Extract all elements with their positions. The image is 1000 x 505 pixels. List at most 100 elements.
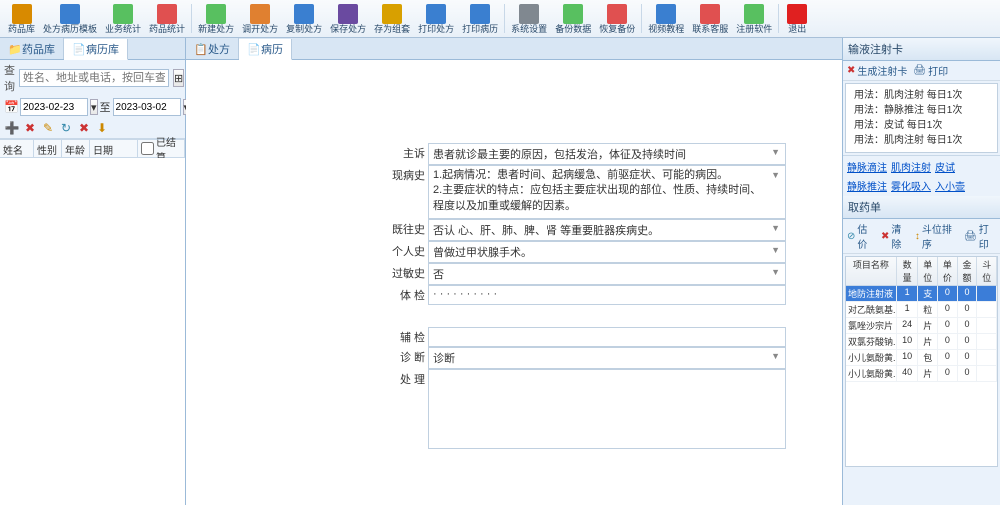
col-qty: 数量 <box>897 257 919 285</box>
toolbar-print-rx[interactable]: 打印处方 <box>414 1 458 36</box>
toolbar-save-rx[interactable]: 保存处方 <box>326 1 370 36</box>
toolbar-drug-stat[interactable]: 药品统计 <box>145 1 189 36</box>
chevron-down-icon[interactable]: ▼ <box>770 244 781 256</box>
date-to-label: 至 <box>100 99 111 115</box>
med-row[interactable]: 小儿氨酚黄...40片00 <box>846 366 997 382</box>
injection-link[interactable]: 雾化吸入 <box>891 178 931 193</box>
gen-card-button[interactable]: ✖生成注射卡 <box>847 63 907 78</box>
toolbar-print-hist[interactable]: 打印病历 <box>458 1 502 36</box>
settled-checkbox[interactable] <box>141 142 154 155</box>
injection-card-title: 输液注射卡 <box>843 38 1000 61</box>
main-toolbar[interactable]: 药品库处方病历模板业务统计药品统计新建处方调开处方复制处方保存处方存为组套打印处… <box>0 0 1000 38</box>
col-age: 年龄 <box>62 140 90 157</box>
search-input[interactable] <box>19 69 169 87</box>
med-row[interactable]: 双氯芬酸钠...10片00 <box>846 334 997 350</box>
center-tabs: 📋处方 📄病历 <box>186 38 842 60</box>
diag-field[interactable]: 诊断▼ <box>428 347 786 369</box>
injection-line: 用法：肌肉注射 每日1次 <box>854 88 989 103</box>
past-field[interactable]: 否认 心、肝、肺、脾、肾 等重要脏器疾病史。▼ <box>428 219 786 241</box>
tab-prescription[interactable]: 📋处方 <box>186 38 239 59</box>
toolbar-new-rx[interactable]: 新建处方 <box>194 1 238 36</box>
toolbar-contact[interactable]: 联系客服 <box>688 1 732 36</box>
med-body[interactable]: 地防注射液1支00对乙酰氨基...1粒00氯唑沙宗片24片00双氯芬酸钠...1… <box>846 286 997 466</box>
patient-list-header: 姓名 性别 年龄 日期 已结算 <box>0 139 185 158</box>
injection-link[interactable]: 静脉推注 <box>847 178 887 193</box>
right-panel: 输液注射卡 ✖生成注射卡 🖨打印 用法：肌肉注射 每日1次用法：静脉推注 每日1… <box>842 38 1000 505</box>
injection-link[interactable]: 入小壶 <box>935 178 965 193</box>
toolbar-exit[interactable]: 退出 <box>781 1 813 36</box>
med-row[interactable]: 对乙酰氨基...1粒00 <box>846 302 997 318</box>
toolbar-drug-lib[interactable]: 药品库 <box>4 1 39 36</box>
chevron-down-icon[interactable]: ▼ <box>770 168 781 183</box>
date-to[interactable] <box>113 98 181 116</box>
toolbar-template[interactable]: 处方病历模板 <box>39 1 101 36</box>
personal-field[interactable]: 曾做过甲状腺手术。▼ <box>428 241 786 263</box>
sort-button[interactable]: ↕斗位排序 <box>915 221 958 251</box>
toolbar-biz-stat[interactable]: 业务统计 <box>101 1 145 36</box>
injection-line: 用法：皮试 每日1次 <box>854 118 989 133</box>
injection-content: 用法：肌肉注射 每日1次用法：静脉推注 每日1次用法：皮试 每日1次用法：肌肉注… <box>845 83 998 153</box>
refresh-icon[interactable]: ↻ <box>58 120 74 136</box>
injection-line: 用法：静脉推注 每日1次 <box>854 103 989 118</box>
med-row[interactable]: 氯唑沙宗片24片00 <box>846 318 997 334</box>
export-icon[interactable]: ⬇ <box>94 120 110 136</box>
calendar-icon: 📅 <box>4 100 18 114</box>
med-row[interactable]: 小儿氨酚黄...10包00 <box>846 350 997 366</box>
toolbar-recall-rx[interactable]: 调开处方 <box>238 1 282 36</box>
chevron-down-icon[interactable]: ▼ <box>770 146 781 158</box>
col-price: 单价 <box>938 257 958 285</box>
col-item-name: 项目名称 <box>846 257 897 285</box>
col-sex: 性别 <box>34 140 62 157</box>
edit-icon[interactable]: ✎ <box>40 120 56 136</box>
tab-drug-lib[interactable]: 📁药品库 <box>0 38 64 59</box>
present-label: 现病史 <box>386 165 428 219</box>
treat-field[interactable] <box>428 369 786 449</box>
patient-list[interactable] <box>0 158 185 505</box>
medical-form: 主诉患者就诊最主要的原因，包括发治，体征及持续时间▼ 现病史1.起病情况：患者时… <box>386 143 786 449</box>
diag-label: 诊 断 <box>386 347 428 369</box>
price-button[interactable]: ⊘估价 <box>847 221 875 251</box>
injection-link[interactable]: 静脉滴注 <box>847 159 887 174</box>
med-table: 项目名称 数量 单位 单价 金额 斗位 地防注射液1支00对乙酰氨基...1粒0… <box>845 256 998 467</box>
col-name: 姓名 <box>0 140 34 157</box>
chevron-down-icon[interactable]: ▼ <box>770 350 781 362</box>
left-panel: 📁药品库 📄病历库 查询 ⊞ 📅 ▾ 至 ▾ ➕ ✖ ✎ ↻ ✖ ⬇ 姓名 性别 <box>0 38 186 505</box>
tab-medical-record[interactable]: 📄病历 <box>239 39 292 60</box>
date-from[interactable] <box>20 98 88 116</box>
col-unit: 单位 <box>918 257 938 285</box>
col-amt: 金额 <box>958 257 978 285</box>
aux-field[interactable] <box>428 327 786 347</box>
toolbar-restore[interactable]: 恢复备份 <box>595 1 639 36</box>
toolbar-backup[interactable]: 备份数据 <box>551 1 595 36</box>
exam-field[interactable]: · · · · · · · · · · <box>428 285 786 305</box>
tab-history-lib[interactable]: 📄病历库 <box>64 39 128 60</box>
chief-field[interactable]: 患者就诊最主要的原因，包括发治，体征及持续时间▼ <box>428 143 786 165</box>
clear-button[interactable]: ✖清除 <box>881 221 909 251</box>
date-from-picker[interactable]: ▾ <box>90 99 98 115</box>
treat-label: 处 理 <box>386 369 428 449</box>
toolbar-save-group[interactable]: 存为组套 <box>370 1 414 36</box>
print-card-button[interactable]: 🖨打印 <box>913 63 948 78</box>
search-button[interactable]: ⊞ <box>173 69 184 87</box>
toolbar-sys-set[interactable]: 系统设置 <box>507 1 551 36</box>
chevron-down-icon[interactable]: ▼ <box>770 222 781 234</box>
col-date: 日期 <box>90 140 138 157</box>
injection-links: 静脉滴注肌肉注射皮试静脉推注雾化吸入入小壶 <box>843 155 1000 196</box>
toolbar-register[interactable]: 注册软件 <box>732 1 776 36</box>
allergy-field[interactable]: 否▼ <box>428 263 786 285</box>
injection-link[interactable]: 皮试 <box>935 159 955 174</box>
injection-line: 用法：肌肉注射 每日1次 <box>854 133 989 148</box>
toolbar-video[interactable]: 视频教程 <box>644 1 688 36</box>
present-field[interactable]: 1.起病情况：患者时间、起病缓急、前驱症状、可能的病因。 2.主要症状的特点：应… <box>428 165 786 219</box>
chevron-down-icon[interactable]: ▼ <box>770 266 781 278</box>
add-icon[interactable]: ➕ <box>4 120 20 136</box>
col-settled: 已结算 <box>138 140 185 157</box>
toolbar-copy-rx[interactable]: 复制处方 <box>282 1 326 36</box>
injection-link[interactable]: 肌肉注射 <box>891 159 931 174</box>
delete-icon[interactable]: ✖ <box>22 120 38 136</box>
med-row[interactable]: 地防注射液1支00 <box>846 286 997 302</box>
aux-label: 辅 检 <box>386 327 428 347</box>
print-med-button[interactable]: 🖨打印 <box>964 221 996 251</box>
prev-icon[interactable]: ✖ <box>76 120 92 136</box>
left-tabs: 📁药品库 📄病历库 <box>0 38 185 60</box>
